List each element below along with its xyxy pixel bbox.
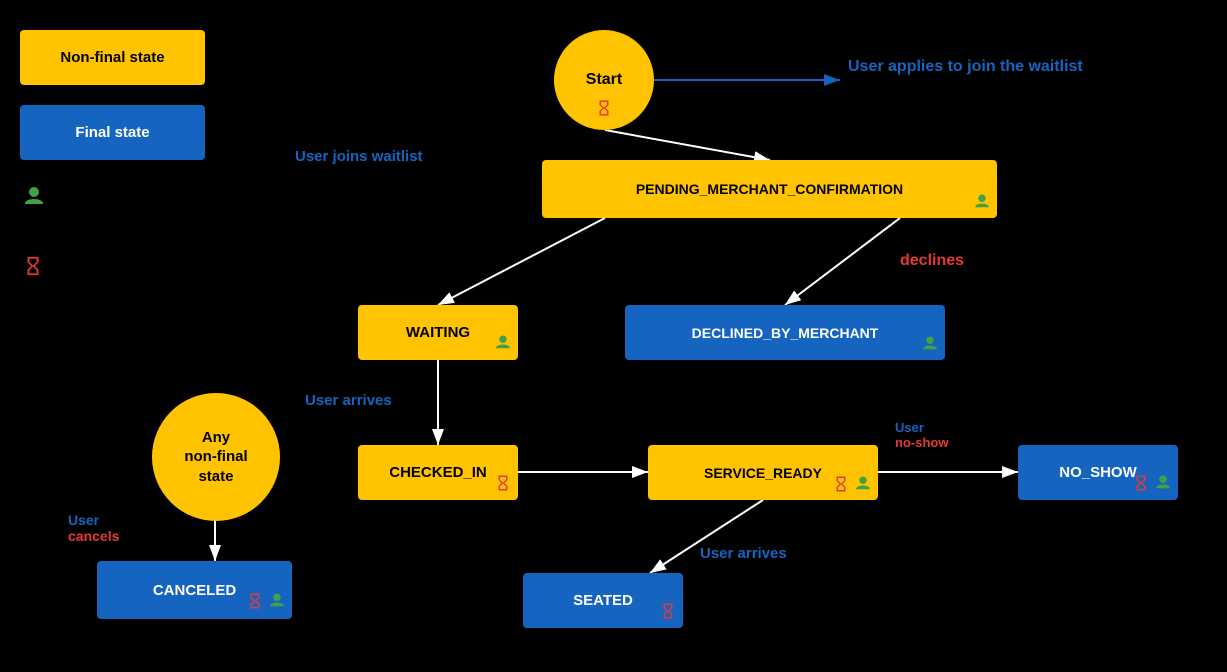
state-any-nonfinal-label: Any non-final state	[184, 428, 247, 487]
state-service-ready-label: SERVICE_READY	[704, 465, 822, 481]
legend-non-final: Non-final state	[20, 30, 205, 85]
state-canceled-label: CANCELED	[153, 582, 236, 599]
state-start-label: Start	[586, 71, 622, 89]
state-seated: SEATED	[523, 573, 683, 628]
state-declined-label: DECLINED_BY_MERCHANT	[692, 325, 879, 341]
state-checked-in-label: CHECKED_IN	[389, 464, 487, 481]
label-user-joins: User joins waitlist	[295, 148, 423, 165]
state-seated-label: SEATED	[573, 592, 633, 609]
state-pending-label: PENDING_MERCHANT_CONFIRMATION	[636, 181, 903, 197]
label-user-applies: User applies to join the waitlist	[848, 58, 1083, 76]
legend-hourglass-icon	[22, 255, 44, 282]
legend-final-label: Final state	[75, 124, 149, 141]
state-declined: DECLINED_BY_MERCHANT	[625, 305, 945, 360]
legend-final: Final state	[20, 105, 205, 160]
label-user-no-show: User no-show	[895, 420, 948, 450]
state-any-nonfinal: Any non-final state	[152, 393, 280, 521]
label-user-arrives-1: User arrives	[305, 392, 392, 409]
state-checked-in: CHECKED_IN	[358, 445, 518, 500]
state-waiting: WAITING	[358, 305, 518, 360]
label-declines: declines	[900, 252, 964, 270]
legend-non-final-label: Non-final state	[60, 49, 164, 66]
legend-person-icon	[22, 185, 46, 214]
state-no-show-label: NO_SHOW	[1059, 464, 1137, 481]
state-pending: PENDING_MERCHANT_CONFIRMATION	[542, 160, 997, 218]
state-canceled: CANCELED	[97, 561, 292, 619]
state-service-ready: SERVICE_READY	[648, 445, 878, 500]
state-waiting-label: WAITING	[406, 324, 470, 341]
state-no-show: NO_SHOW	[1018, 445, 1178, 500]
state-start: Start	[554, 30, 654, 130]
label-user-cancels: User cancels	[68, 512, 119, 544]
label-user-arrives-2: User arrives	[700, 545, 787, 562]
